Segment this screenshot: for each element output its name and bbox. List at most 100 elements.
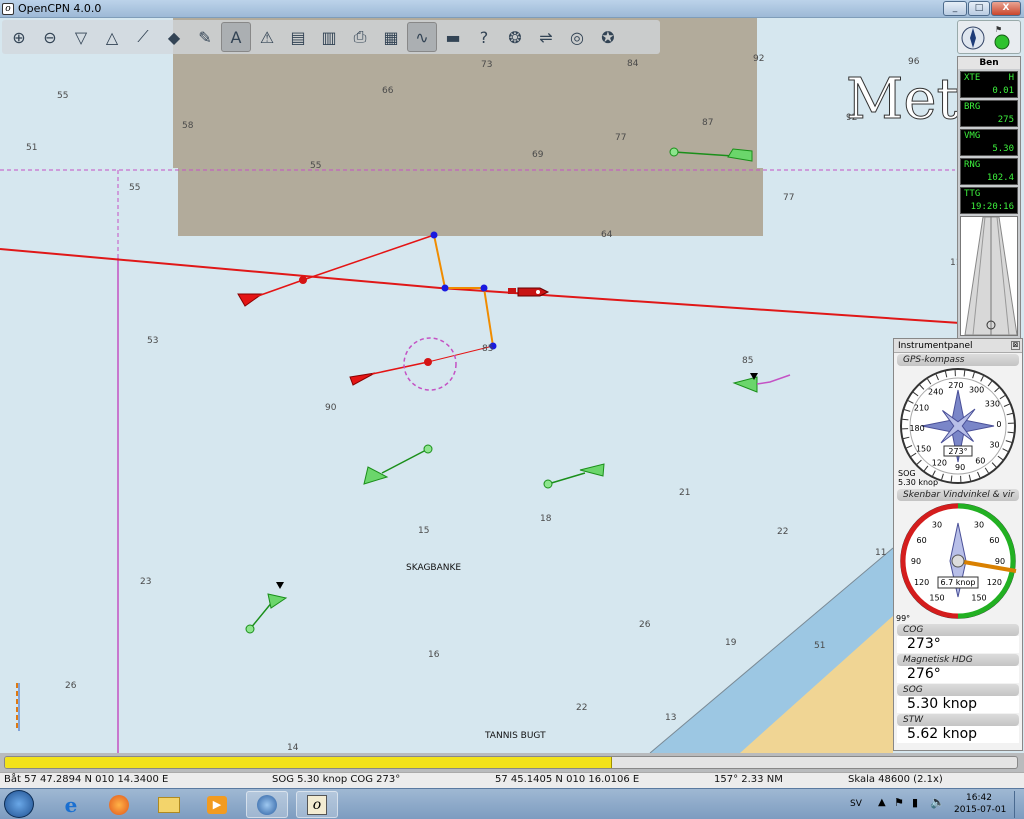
active-route-line[interactable] xyxy=(0,248,961,324)
tide-icon[interactable]: ▥ xyxy=(314,22,344,52)
text-icon[interactable]: A xyxy=(221,22,251,52)
wind-label: 60 xyxy=(989,536,999,545)
readout-label: STW xyxy=(897,714,1019,726)
internet-explorer-icon[interactable]: e xyxy=(50,791,92,818)
compass-tick xyxy=(950,475,953,482)
wind-speed-value: 6.7 knop xyxy=(941,578,976,587)
svg-text:⚑: ⚑ xyxy=(995,25,1002,34)
depth-sounding: 51 xyxy=(814,641,825,651)
language-indicator[interactable]: SV xyxy=(850,799,862,809)
volume-icon[interactable]: 🔈 xyxy=(930,795,945,809)
instrument-panel[interactable]: Instrumentpanel ⊠ GPS-kompass 273° 270 30… xyxy=(893,338,1023,751)
system-tray: SV ▲ ⚑ ▮ 🔈 16:42 2015-07-01 xyxy=(844,789,1024,819)
route-manager-icon[interactable]: ▦ xyxy=(376,22,406,52)
depth-sounding: 53 xyxy=(147,336,158,346)
depth-sounding: 22 xyxy=(777,527,788,537)
chart-canvas[interactable]: 5551555866738492969287776955776411153858… xyxy=(0,18,1024,753)
clock-date[interactable]: 2015-07-01 xyxy=(954,805,1006,815)
ais-target-red-2[interactable] xyxy=(349,372,376,386)
depth-sounding: 18 xyxy=(540,514,552,524)
place-names: SKAGBANKE TANNIS BUGT xyxy=(406,563,546,741)
compass-label: 240 xyxy=(928,388,943,397)
chart-dashboard-icon[interactable]: ⇌ xyxy=(531,22,561,52)
plugin-icon[interactable]: ❂ xyxy=(500,22,530,52)
depth-sounding: 77 xyxy=(615,133,626,143)
chart-watermark: Met xyxy=(846,67,959,132)
auto-follow-icon[interactable]: ◆ xyxy=(159,22,189,52)
chart-svg[interactable]: 5551555866738492969287776955776411153858… xyxy=(0,18,1024,753)
depth-sounding: 15 xyxy=(418,526,429,536)
opencpn-taskbar-icon[interactable]: o xyxy=(296,791,338,818)
ais-target-vector xyxy=(302,234,435,281)
firefox-icon[interactable] xyxy=(98,791,140,818)
dashboard-value: 5.30 xyxy=(992,144,1014,154)
show-desktop-button[interactable] xyxy=(1014,791,1022,818)
cpa-point[interactable] xyxy=(480,284,488,292)
depth-sounding: 26 xyxy=(639,620,651,630)
depth-sounding: 69 xyxy=(532,150,544,160)
wind-label: 150 xyxy=(971,593,986,602)
scale-in-icon[interactable]: ▽ xyxy=(66,22,96,52)
action-center-flag-icon[interactable]: ⚑ xyxy=(894,796,904,809)
compass-label: 210 xyxy=(914,403,929,412)
place-name: TANNIS BUGT xyxy=(484,731,546,741)
compass-widget[interactable]: ⚑ xyxy=(957,20,1021,54)
clock-time[interactable]: 16:42 xyxy=(966,793,992,803)
ais-position-dot[interactable] xyxy=(299,276,307,284)
opencpn-app-icon: o xyxy=(2,3,14,15)
network-icon[interactable]: ▮ xyxy=(912,796,918,809)
sog-small-label: SOG xyxy=(898,469,916,478)
own-ship-icon[interactable] xyxy=(508,287,550,297)
start-button[interactable] xyxy=(4,790,34,818)
dashboard-value: 102.4 xyxy=(986,173,1014,183)
ais-target-green[interactable] xyxy=(543,463,605,489)
file-explorer-icon[interactable] xyxy=(148,791,190,818)
cpa-point[interactable] xyxy=(441,284,449,292)
mob-icon[interactable]: ✪ xyxy=(593,22,623,52)
scale-out-icon[interactable]: △ xyxy=(97,22,127,52)
current-icon[interactable]: ▤ xyxy=(283,22,313,52)
track-icon[interactable]: ∿ xyxy=(407,22,437,52)
cursor-bearing-distance: 157° 2.33 NM xyxy=(714,774,783,785)
thunderbird-icon[interactable] xyxy=(246,791,288,818)
depth-sounding: 85 xyxy=(482,344,493,354)
ais-icon[interactable]: ⚠ xyxy=(252,22,282,52)
ais-target-green-anchored[interactable] xyxy=(245,582,288,634)
compass-label: 90 xyxy=(955,463,965,472)
route-icon[interactable]: ⟋ xyxy=(128,22,158,52)
cpa-point[interactable] xyxy=(430,231,438,239)
panel-close-button[interactable]: ⊠ xyxy=(1011,341,1020,350)
ais-position-dot[interactable] xyxy=(424,358,432,366)
route-dashboard[interactable]: Ben XTE H 0.01 BRG 275 VMG 5.30 RNG 102.4 TTG 19:2… xyxy=(957,56,1021,344)
maximize-button[interactable]: □ xyxy=(968,1,990,16)
highway-display xyxy=(960,216,1018,336)
compass-value: 273° xyxy=(948,447,967,456)
wind-dial: 6.7 knop 30 30 60 60 90 90 120 120 150 150 99° xyxy=(894,501,1022,623)
readout-label: Magnetisk HDG xyxy=(897,654,1019,666)
media-player-icon[interactable]: ▶ xyxy=(196,791,238,818)
help-icon[interactable]: ? xyxy=(469,22,499,52)
zoom-in-icon[interactable]: ⊕ xyxy=(4,22,34,52)
zoom-out-icon[interactable]: ⊖ xyxy=(35,22,65,52)
compass-tick xyxy=(963,370,966,377)
place-name: SKAGBANKE xyxy=(406,563,461,573)
depth-sounding: 55 xyxy=(310,161,321,171)
radar-icon[interactable]: ◎ xyxy=(562,22,592,52)
color-scheme-icon[interactable]: ▬ xyxy=(438,22,468,52)
settings-icon[interactable]: ✎ xyxy=(190,22,220,52)
dashboard-label: RNG xyxy=(964,160,981,170)
minimize-button[interactable]: _ xyxy=(943,1,967,16)
chart-quilt-bar[interactable] xyxy=(4,756,1018,769)
chart-scale: Skala 48600 (2.1x) xyxy=(848,774,943,785)
show-hidden-icons-icon[interactable]: ▲ xyxy=(878,797,886,808)
print-icon[interactable]: ⎙ xyxy=(345,22,375,52)
close-button[interactable]: X xyxy=(991,1,1021,16)
windows-taskbar: e ▶ o SV ▲ ⚑ ▮ 🔈 16:42 2015-07-01 xyxy=(0,788,1024,819)
depth-sounding: 87 xyxy=(702,118,713,128)
dashboard-value: 0.01 xyxy=(992,86,1014,96)
ais-target-green[interactable] xyxy=(363,444,433,485)
dashboard-title: Ben xyxy=(958,57,1020,69)
readout-label: SOG xyxy=(897,684,1019,696)
north-arrow-icon: ⚑ xyxy=(961,25,1010,50)
ais-target-green-anchored[interactable] xyxy=(732,373,791,393)
